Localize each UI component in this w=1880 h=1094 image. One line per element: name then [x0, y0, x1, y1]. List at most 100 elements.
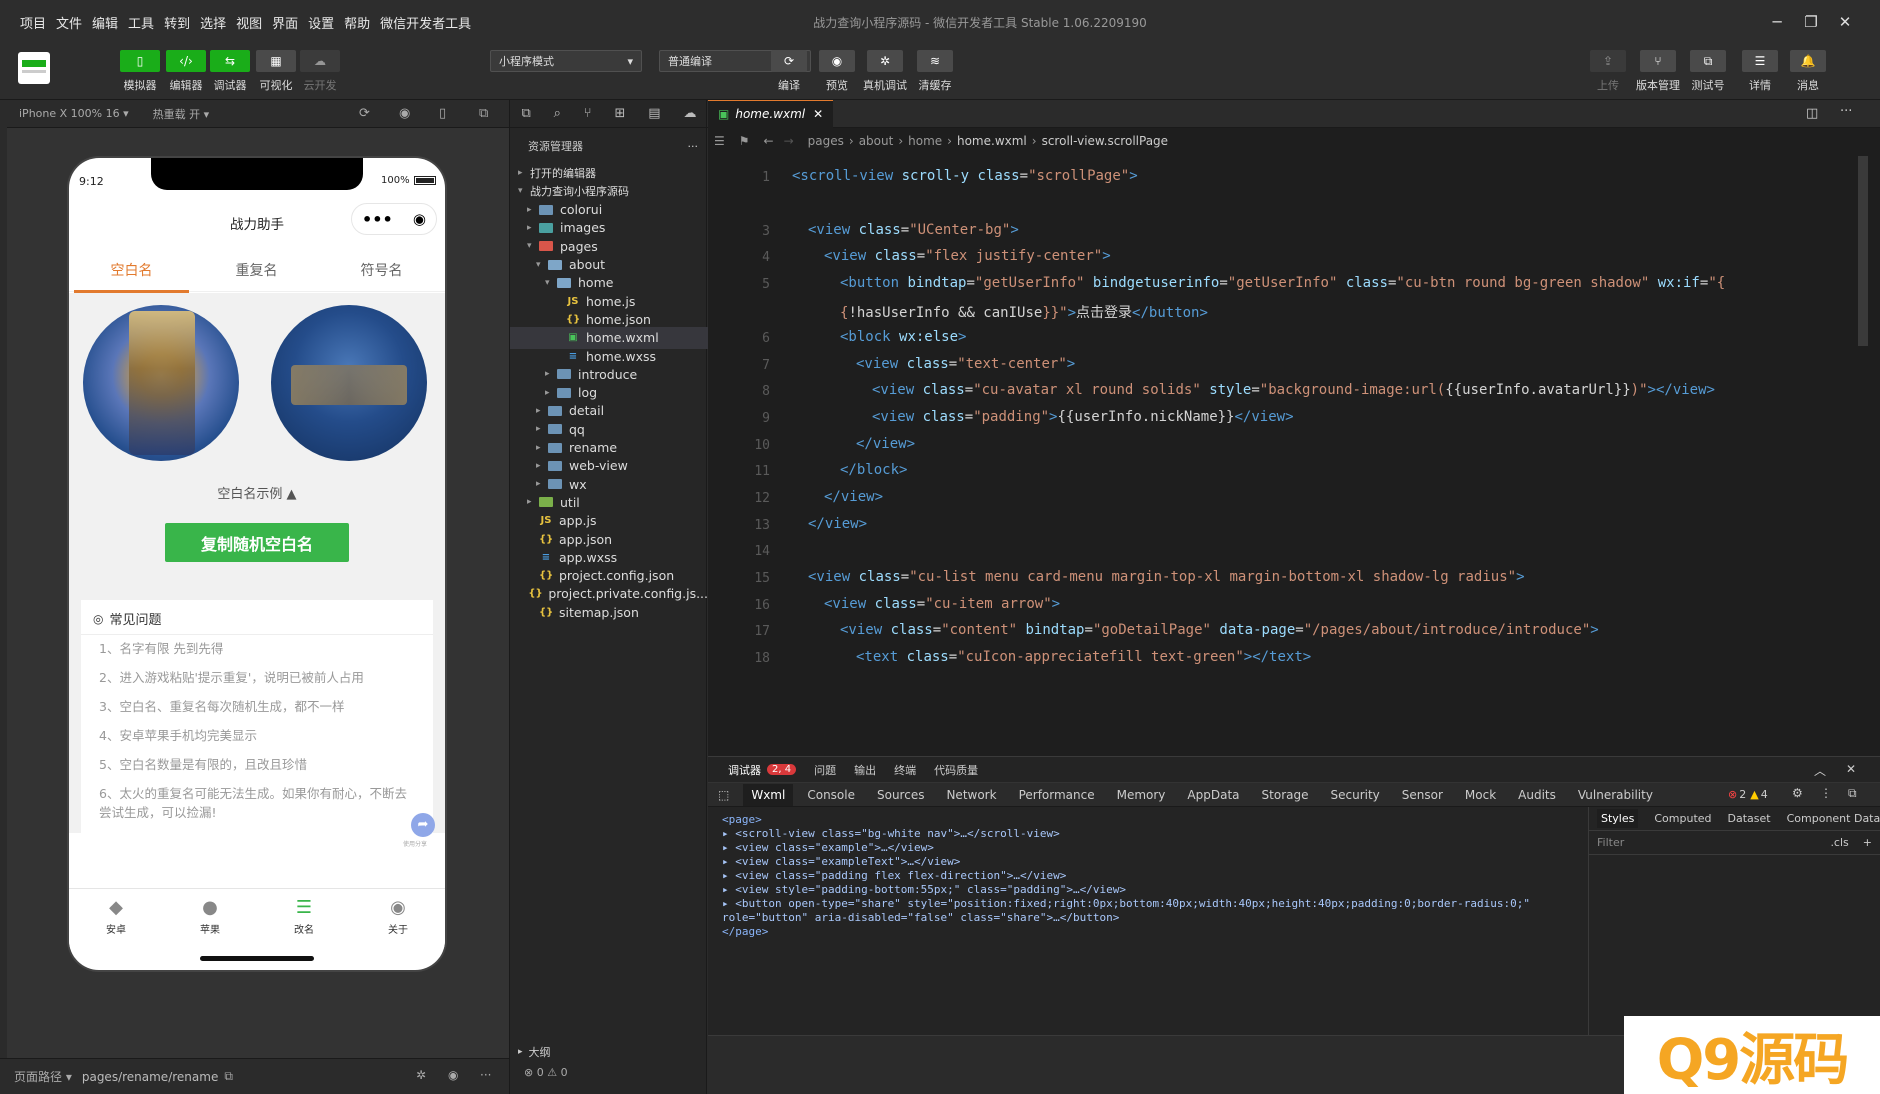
- toolbar-bug-button[interactable]: ✲ 真机调试: [858, 50, 912, 93]
- filter-input[interactable]: Filter: [1597, 836, 1624, 849]
- collapse-icon[interactable]: ︿: [1814, 762, 1826, 779]
- settings-icon[interactable]: ⚙: [1792, 786, 1803, 800]
- styles-tab-1[interactable]: Computed: [1654, 812, 1711, 825]
- inspect-icon[interactable]: ⬚: [718, 788, 729, 802]
- toolbar-layers-button[interactable]: ≋ 清缓存: [908, 50, 962, 93]
- dom-line[interactable]: <page>: [722, 813, 762, 826]
- device-icon[interactable]: ▯: [439, 106, 446, 121]
- example-label[interactable]: 空白名示例 ▲: [69, 483, 445, 502]
- record-icon[interactable]: ◉: [399, 106, 410, 121]
- devtools-top-tab-3[interactable]: 终端: [894, 762, 916, 778]
- eye-icon[interactable]: ◉: [448, 1068, 458, 1082]
- dom-line[interactable]: ▸ <view class="exampleText">…</view>: [722, 855, 960, 868]
- devtools-top-tab-2[interactable]: 输出: [854, 762, 876, 778]
- menu-item-10[interactable]: 微信开发者工具: [380, 13, 471, 32]
- tabbar-item-2[interactable]: ☰ 改名: [257, 897, 351, 936]
- menu-item-5[interactable]: 选择: [200, 13, 226, 32]
- split-editor-icon[interactable]: ◫: [1806, 106, 1818, 121]
- code-area[interactable]: 1 3 4 5 6 7 8 9 10 11 12 13 14 15 16 17 18 <scroll-view …: [708, 154, 1868, 756]
- devtools-top-tab-1[interactable]: 问题: [814, 762, 836, 778]
- devtools-tab-performance[interactable]: Performance: [1019, 788, 1095, 802]
- menu-item-2[interactable]: 编辑: [92, 13, 118, 32]
- git-icon[interactable]: ⑂: [584, 106, 592, 121]
- menu-item-8[interactable]: 设置: [308, 13, 334, 32]
- forward-icon[interactable]: →: [784, 134, 794, 148]
- search-icon[interactable]: ⌕: [554, 106, 561, 121]
- more-icon[interactable]: ⋮: [1820, 786, 1832, 800]
- tabbar-item-3[interactable]: ◉ 关于: [351, 897, 445, 936]
- outline-section[interactable]: ▸ 大纲: [518, 1044, 551, 1060]
- menu-item-6[interactable]: 视图: [236, 13, 262, 32]
- device-select[interactable]: iPhone X 100% 16 ▾: [19, 107, 129, 120]
- devtools-tab-mock[interactable]: Mock: [1465, 788, 1496, 802]
- back-icon[interactable]: ←: [764, 134, 774, 148]
- cloud-icon[interactable]: ☁: [683, 106, 696, 121]
- breadcrumb-item[interactable]: home.wxml: [957, 134, 1027, 148]
- bookmark-icon[interactable]: ⚑: [739, 134, 750, 148]
- phone-tab-2[interactable]: 符号名: [319, 260, 444, 280]
- extensions-icon[interactable]: ⊞: [615, 106, 626, 121]
- breadcrumb-item[interactable]: scroll-view.scrollPage: [1042, 134, 1168, 148]
- dom-line[interactable]: </page>: [722, 925, 768, 938]
- dom-line[interactable]: role="button" aria-disabled="false" clas…: [722, 911, 1119, 924]
- devtools-tab-storage[interactable]: Storage: [1262, 788, 1309, 802]
- tabbar-item-0[interactable]: ◆ 安卓: [69, 897, 163, 936]
- cls-button[interactable]: .cls +: [1830, 836, 1872, 849]
- list-icon[interactable]: ☰: [714, 134, 725, 148]
- devtools-top-tab-0[interactable]: 调试器: [728, 762, 761, 778]
- more-icon[interactable]: ···: [688, 140, 699, 153]
- devtools-top-tab-4[interactable]: 代码质量: [934, 762, 978, 778]
- toolbar-code-button[interactable]: ‹/› 编辑器: [164, 50, 208, 93]
- wxml-tree[interactable]: <page> ▸ <scroll-view class="bg-white nav…: [708, 807, 1588, 1035]
- dom-line[interactable]: ▸ <view class="example">…</view>: [722, 841, 934, 854]
- maximize-icon[interactable]: ❐: [1794, 0, 1828, 44]
- bug-icon[interactable]: ✲: [416, 1068, 426, 1082]
- problems-status[interactable]: ⊗ 0 ⚠ 0: [524, 1066, 568, 1079]
- dock-icon[interactable]: ⧉: [1848, 786, 1857, 801]
- refresh-icon[interactable]: ⟳: [359, 106, 370, 121]
- devtools-tab-sources[interactable]: Sources: [877, 788, 924, 802]
- capsule-button[interactable]: ••• ◉: [351, 203, 437, 235]
- menu-item-4[interactable]: 转到: [164, 13, 190, 32]
- files-icon[interactable]: ⧉: [521, 106, 530, 121]
- menu-item-0[interactable]: 项目: [20, 13, 46, 32]
- mode-select[interactable]: 小程序模式 ▾: [490, 50, 642, 72]
- dom-line[interactable]: ▸ <view class="padding flex flex-directi…: [722, 869, 1066, 882]
- plus-icon[interactable]: +: [1863, 836, 1872, 849]
- phone-tab-0[interactable]: 空白名: [69, 260, 194, 280]
- dom-line[interactable]: ▸ <button open-type="share" style="posit…: [722, 897, 1530, 910]
- tree-item-sitemap-json[interactable]: {} sitemap.json: [510, 601, 708, 623]
- more-icon[interactable]: •••: [362, 210, 393, 229]
- toolbar-external-button[interactable]: ⧉ 测试号: [1678, 50, 1738, 93]
- dom-line[interactable]: ▸ <view style="padding-bottom:55px;" cla…: [722, 883, 1126, 896]
- minimize-icon[interactable]: ─: [1760, 0, 1794, 44]
- copy-random-name-button[interactable]: 复制随机空白名: [165, 523, 349, 562]
- share-icon[interactable]: ➦: [411, 813, 435, 837]
- devtools-tab-security[interactable]: Security: [1330, 788, 1379, 802]
- styles-tab-0[interactable]: Styles: [1597, 809, 1639, 828]
- toolbar-phone-button[interactable]: ▯ 模拟器: [118, 50, 162, 93]
- page-path-label[interactable]: 页面路径 ▾: [14, 1068, 72, 1085]
- devtools-tab-console[interactable]: Console: [807, 788, 855, 802]
- devtools-tab-wxml[interactable]: Wxml: [743, 783, 794, 806]
- project-avatar[interactable]: [18, 52, 50, 84]
- toolbar-debug-button[interactable]: ⇆ 调试器: [208, 50, 252, 93]
- breadcrumb-item[interactable]: about: [859, 134, 894, 148]
- more-icon[interactable]: ···: [480, 1068, 491, 1082]
- styles-tab-3[interactable]: Component Data: [1787, 812, 1880, 825]
- devtools-tab-vulnerability[interactable]: Vulnerability: [1578, 788, 1653, 802]
- toolbar-bell-button[interactable]: 🔔 消息: [1778, 50, 1838, 93]
- editor-scrollbar[interactable]: [1858, 156, 1868, 346]
- dom-line[interactable]: ▸ <scroll-view class="bg-white nav">…</s…: [722, 827, 1060, 840]
- menu-item-1[interactable]: 文件: [56, 13, 82, 32]
- phone-tab-1[interactable]: 重复名: [194, 260, 319, 280]
- more-icon[interactable]: ···: [1840, 104, 1852, 119]
- toolbar-eye-button[interactable]: ◉ 预览: [810, 50, 864, 93]
- devtools-tab-audits[interactable]: Audits: [1518, 788, 1556, 802]
- menu-item-7[interactable]: 界面: [272, 13, 298, 32]
- toolbar-cloud-button[interactable]: ☁ 云开发: [298, 50, 342, 93]
- toolbar-layout-button[interactable]: ▦ 可视化: [254, 50, 298, 93]
- popout-icon[interactable]: ⧉: [479, 106, 488, 121]
- menu-item-3[interactable]: 工具: [128, 13, 154, 32]
- close-icon[interactable]: ✕: [1846, 762, 1856, 776]
